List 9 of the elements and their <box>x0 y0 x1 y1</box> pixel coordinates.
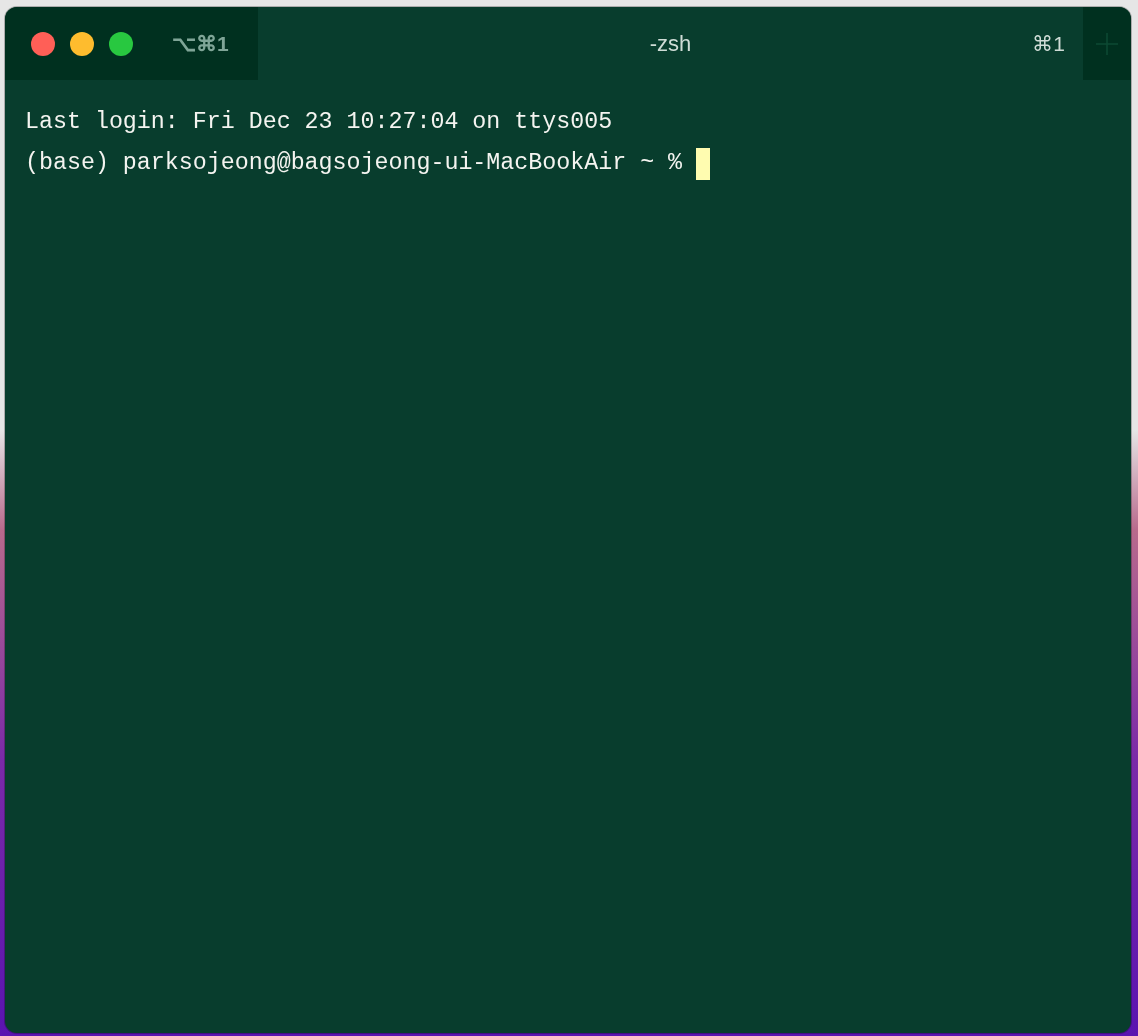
tab-title: -zsh <box>649 30 692 58</box>
output-line: Last login: Fri Dec 23 10:27:04 on ttys005 <box>25 108 614 137</box>
window-shortcut: ⌥⌘1 <box>172 30 229 57</box>
zoom-button[interactable] <box>109 31 133 56</box>
plus-icon <box>1095 31 1119 56</box>
close-button[interactable] <box>31 31 55 56</box>
minimize-button[interactable] <box>70 31 94 56</box>
prompt-line: (base) parksojeong@bagsojeong-ui-MacBookAir ~ % <box>25 149 683 178</box>
tab-shortcut: ⌘1 <box>1032 30 1065 57</box>
